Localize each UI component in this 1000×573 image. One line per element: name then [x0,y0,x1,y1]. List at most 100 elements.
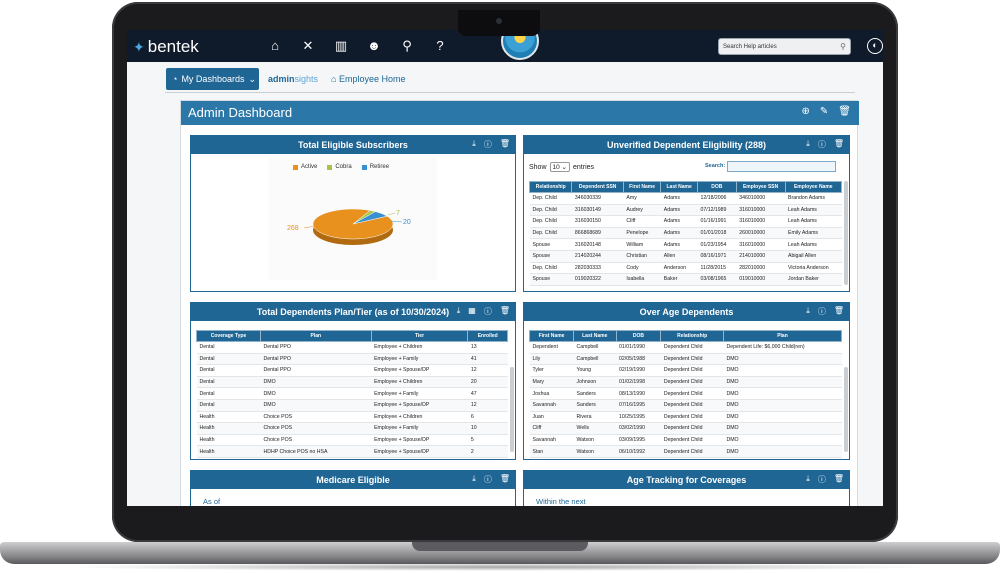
column-header[interactable]: Relationship [660,330,724,342]
column-header[interactable]: Last Name [660,181,698,193]
column-header[interactable]: Employee SSN [735,181,786,193]
widget-header: Medicare Eligible ⤓ ⓘ 🗑 [191,471,515,489]
table-row[interactable]: Dental DMO Employee + Children 20 [196,376,508,389]
vertical-scrollbar[interactable] [510,367,514,452]
trash-icon[interactable]: 🗑 [500,139,510,150]
trash-icon[interactable]: 🗑 [838,106,851,117]
column-header[interactable]: DOB [696,181,737,193]
download-icon[interactable]: ⤓ [472,139,476,150]
table-cell: Christian [623,250,661,263]
table-cell: 12 [467,399,508,412]
column-header[interactable]: Relationship [529,181,573,193]
table-row[interactable]: Dep. Child 346030339 Amy Adams 12/18/2006 346… [529,192,842,205]
table-row[interactable]: Dental DMO Employee + Spouse/DP 12 [196,399,508,412]
employee-home-link[interactable]: ⌂ Employee Home [331,74,405,84]
table-row[interactable]: Spouse 316020148 William Adams 01/23/1954 316… [529,238,842,251]
entries-select[interactable]: 10 ⌄ [549,162,571,172]
table-row[interactable]: Spouse 214020244 Christian Allen 08/16/1971 2… [529,250,842,263]
column-header[interactable]: Last Name [573,330,617,342]
download-icon[interactable]: ⤓ [457,306,461,317]
table-search-input[interactable] [727,161,836,172]
table-row[interactable]: Dependent Campbell 01/01/1990 Dependent Chi… [529,341,842,354]
vertical-scrollbar[interactable] [844,367,848,452]
tools-icon[interactable]: ✕ [300,38,316,54]
table-row[interactable]: Mary Johnson 01/02/1998 Dependent Child DMO [529,376,842,389]
table-cell: Employee + Children [371,341,468,354]
table-cell: Watson [573,445,616,458]
search-icon[interactable]: ⚲ [399,38,415,54]
column-header[interactable]: First Name [622,181,662,193]
table-row[interactable]: Health Choice POS Employee + Spouse/DP 5 [196,434,508,447]
column-header[interactable]: Coverage Type [196,330,262,342]
info-icon[interactable]: ⓘ [484,139,492,150]
table-cell: 019020322 [571,273,624,286]
column-header[interactable]: Enrolled [467,330,508,342]
table-row[interactable]: Joshua Sanders 08/13/1990 Dependent Child DM… [529,387,842,400]
table-row[interactable]: Savannah Watson 03/09/1995 Dependent Child D… [529,434,842,447]
table-cell: Spouse [529,250,572,263]
home-icon[interactable]: ⌂ [267,38,283,54]
table-row[interactable]: Health HDHP Choice POS no HSA Employee + S… [196,445,508,458]
building-icon[interactable]: ▥ [333,38,349,54]
entries-value: 10 [552,164,560,171]
table-row[interactable]: Savannah Sanders 07/16/1995 Dependent Child… [529,399,842,412]
as-of-label: As of [203,497,221,506]
adminsights-link[interactable]: adminsights [268,74,318,84]
help-search-input[interactable]: Search Help articles ⚲ [718,38,851,55]
user-avatar-icon[interactable]: ◐ [867,38,883,54]
info-icon[interactable]: ⓘ [484,474,492,485]
table-row[interactable]: Dental Dental PPO Employee + Children 13 [196,341,508,354]
table-cell: Health [196,411,261,424]
info-icon[interactable]: ⓘ [818,139,826,150]
table-row[interactable]: Tyler Young 02/19/1990 Dependent Child DMO [529,364,842,377]
widget-header: Unverified Dependent Eligibility (288) ⤓… [524,136,849,154]
my-dashboards-button[interactable]: ◔ My Dashboards ⌄ [166,68,259,90]
column-header[interactable]: DOB [615,330,662,342]
widget-header: Total Eligible Subscribers ⤓ ⓘ 🗑 [191,136,515,154]
column-header[interactable]: Dependent SSN [571,181,624,193]
trash-icon[interactable]: 🗑 [834,474,844,485]
table-row[interactable]: Health Choice POS Employee + Children 6 [196,411,508,424]
users-icon[interactable]: ☻ [366,38,382,54]
table-row[interactable]: Dental Dental PPO Employee + Family 41 [196,353,508,366]
download-icon[interactable]: ⤓ [472,474,476,485]
info-icon[interactable]: ⓘ [818,474,826,485]
help-icon[interactable]: ? [432,38,448,54]
home-outline-icon: ⌂ [331,74,337,84]
table-row[interactable]: Dental Dental PPO Employee + Spouse/DP 12 [196,364,508,377]
vertical-scrollbar[interactable] [844,181,848,285]
trash-icon[interactable]: 🗑 [500,474,510,485]
table-row[interactable]: Stan Watson 06/10/1992 Dependent Child DMO [529,445,842,458]
column-header[interactable]: First Name [529,330,575,342]
info-icon[interactable]: ⓘ [484,306,492,317]
download-icon[interactable]: ⤓ [806,139,810,150]
info-icon[interactable]: ⓘ [818,306,826,317]
column-header[interactable]: Tier [370,330,469,342]
trash-icon[interactable]: 🗑 [834,306,844,317]
table-row[interactable]: Spouse 019020322 Isabella Baker 03/08/1965 01… [529,273,842,286]
table-row[interactable]: Dep. Child 316030149 Audrey Adams 07/12/1989… [529,204,842,217]
calendar-icon[interactable]: ▦ [468,306,476,317]
table-row[interactable]: Lily Campbell 02/05/1988 Dependent Child DMO [529,353,842,366]
column-header[interactable]: Employee Name [784,181,842,193]
table-row[interactable]: Dep. Child 316030150 Cliff Adams 01/16/1991 3… [529,215,842,228]
table-row[interactable]: Dental DMO Employee + Family 47 [196,387,508,400]
widget-header: Age Tracking for Coverages ⤓ ⓘ 🗑 [524,471,849,489]
trash-icon[interactable]: 🗑 [500,306,510,317]
bentek-logo[interactable]: ✦ bentek [133,37,199,57]
table-row[interactable]: Dep. Child 866868689 Penelope Adams 01/01/20… [529,227,842,240]
dashboard-gauge-icon: ◔ [172,74,178,84]
table-row[interactable]: Dep. Child 282030333 Cody Anderson 11/28/201… [529,262,842,275]
table-row[interactable]: Juan Rivera 10/25/1995 Dependent Child DMO [529,411,842,424]
download-icon[interactable]: ⤓ [806,306,810,317]
add-widget-icon[interactable]: ⊕ [802,106,810,117]
edit-pencil-icon[interactable]: ✎ [820,106,828,117]
table-row[interactable]: Cliff Wells 03/02/1990 Dependent Child DMO [529,422,842,435]
column-header[interactable]: Plan [260,330,372,342]
trash-icon[interactable]: 🗑 [834,139,844,150]
download-icon[interactable]: ⤓ [806,474,810,485]
column-header[interactable]: Plan [722,330,842,342]
widget-title: Over Age Dependents [639,307,734,317]
table-cell: Dental PPO [260,353,372,366]
table-row[interactable]: Health Choice POS Employee + Family 10 [196,422,508,435]
